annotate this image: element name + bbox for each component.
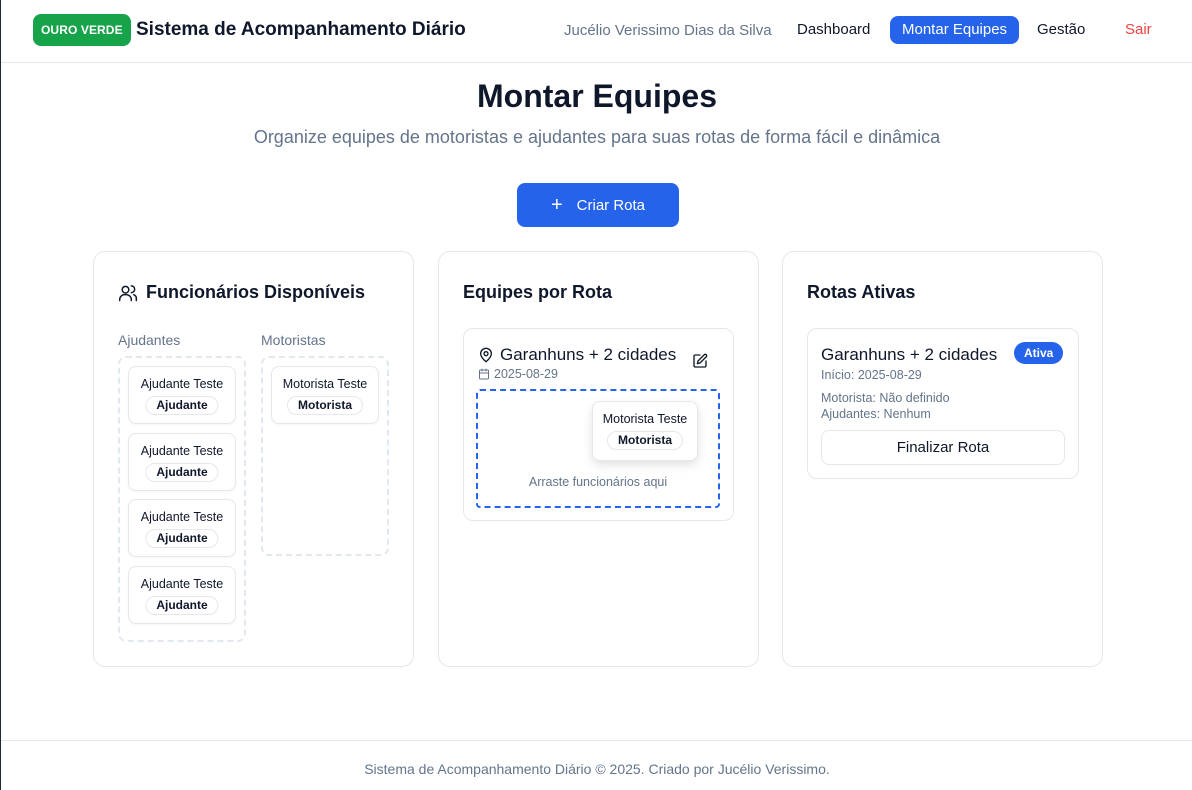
route-date: 2025-08-29 — [478, 367, 558, 381]
brand-logo[interactable]: OURO VERDE — [33, 14, 131, 46]
route-team-box: Garanhuns + 2 cidades 2025-08-29 Motoris… — [463, 328, 734, 521]
status-badge: Ativa — [1014, 342, 1064, 364]
users-icon — [118, 284, 138, 301]
role-badge: Ajudante — [145, 596, 219, 615]
create-route-label: Criar Rota — [576, 196, 646, 214]
employee-name: Ajudante Teste — [140, 510, 224, 524]
employee-name: Ajudante Teste — [140, 577, 224, 591]
helpers-column-label: Ajudantes — [118, 332, 181, 348]
app-title: Sistema de Acompanhamento Diário — [136, 19, 466, 40]
helper-card[interactable]: Ajudante Teste Ajudante — [128, 366, 236, 424]
footer: Sistema de Acompanhamento Diário © 2025.… — [1, 740, 1192, 790]
role-badge: Ajudante — [145, 529, 219, 548]
edit-icon[interactable] — [692, 353, 708, 369]
employee-name: Ajudante Teste — [140, 377, 224, 391]
route-team-dropzone[interactable]: Motorista Teste Motorista Arraste funcio… — [476, 389, 720, 508]
drivers-dropzone[interactable]: Motorista Teste Motorista — [261, 356, 389, 556]
top-navbar: OURO VERDE Sistema de Acompanhamento Diá… — [1, 0, 1192, 63]
teams-by-route-card: Equipes por Rota Garanhuns + 2 cidades 2… — [438, 251, 759, 667]
role-badge: Ajudante — [145, 463, 219, 482]
available-employees-title: Funcionários Disponíveis — [146, 282, 366, 302]
finalize-route-button[interactable]: Finalizar Rota — [821, 430, 1065, 465]
page-subtitle: Organize equipes de motoristas e ajudant… — [253, 127, 941, 147]
driver-card[interactable]: Motorista Teste Motorista — [271, 366, 379, 424]
employee-name: Ajudante Teste — [140, 444, 224, 458]
role-badge: Motorista — [607, 431, 683, 450]
create-route-button[interactable]: + Criar Rota — [517, 183, 679, 227]
active-route-start: Início: 2025-08-29 — [821, 368, 922, 382]
route-name: Garanhuns + 2 cidades — [478, 345, 676, 365]
calendar-icon — [479, 368, 489, 380]
active-routes-title: Rotas Ativas — [807, 282, 916, 302]
route-name-text: Garanhuns + 2 cidades — [500, 345, 677, 364]
page-title: Montar Equipes — [476, 78, 717, 114]
dragging-driver-card[interactable]: Motorista Teste Motorista — [592, 401, 698, 461]
active-route-item: Garanhuns + 2 cidades Ativa Início: 2025… — [807, 328, 1079, 479]
employee-name: Motorista Teste — [602, 412, 688, 426]
nav-montar-equipes[interactable]: Montar Equipes — [890, 16, 1020, 44]
active-route-helpers: Ajudantes: Nenhum — [821, 407, 931, 421]
drop-hint: Arraste funcionários aqui — [528, 475, 668, 489]
nav-gestao[interactable]: Gestão — [1025, 16, 1097, 44]
footer-text: Sistema de Acompanhamento Diário © 2025.… — [364, 761, 830, 777]
route-date-text: 2025-08-29 — [494, 367, 558, 381]
drivers-column-label: Motoristas — [261, 332, 326, 348]
helpers-dropzone[interactable]: Ajudante Teste Ajudante Ajudante Teste A… — [118, 356, 246, 642]
nav-dashboard[interactable]: Dashboard — [785, 16, 882, 44]
map-pin-icon — [480, 347, 492, 363]
active-routes-card: Rotas Ativas Garanhuns + 2 cidades Ativa… — [782, 251, 1103, 667]
logout-link[interactable]: Sair — [1113, 16, 1164, 44]
active-route-name: Garanhuns + 2 cidades — [821, 345, 998, 364]
plus-icon: + — [550, 194, 563, 216]
role-badge: Motorista — [287, 396, 363, 415]
helper-card[interactable]: Ajudante Teste Ajudante — [128, 433, 236, 491]
available-employees-card: Funcionários Disponíveis Ajudantes Motor… — [93, 251, 414, 667]
role-badge: Ajudante — [145, 396, 219, 415]
active-route-driver: Motorista: Não definido — [821, 391, 950, 405]
available-employees-header: Funcionários Disponíveis — [118, 282, 365, 303]
helper-card[interactable]: Ajudante Teste Ajudante — [128, 566, 236, 624]
helper-card[interactable]: Ajudante Teste Ajudante — [128, 499, 236, 557]
teams-by-route-title: Equipes por Rota — [463, 282, 613, 302]
user-name: Jucélio Verissimo Dias da Silva — [564, 22, 772, 39]
employee-name: Motorista Teste — [282, 377, 368, 391]
